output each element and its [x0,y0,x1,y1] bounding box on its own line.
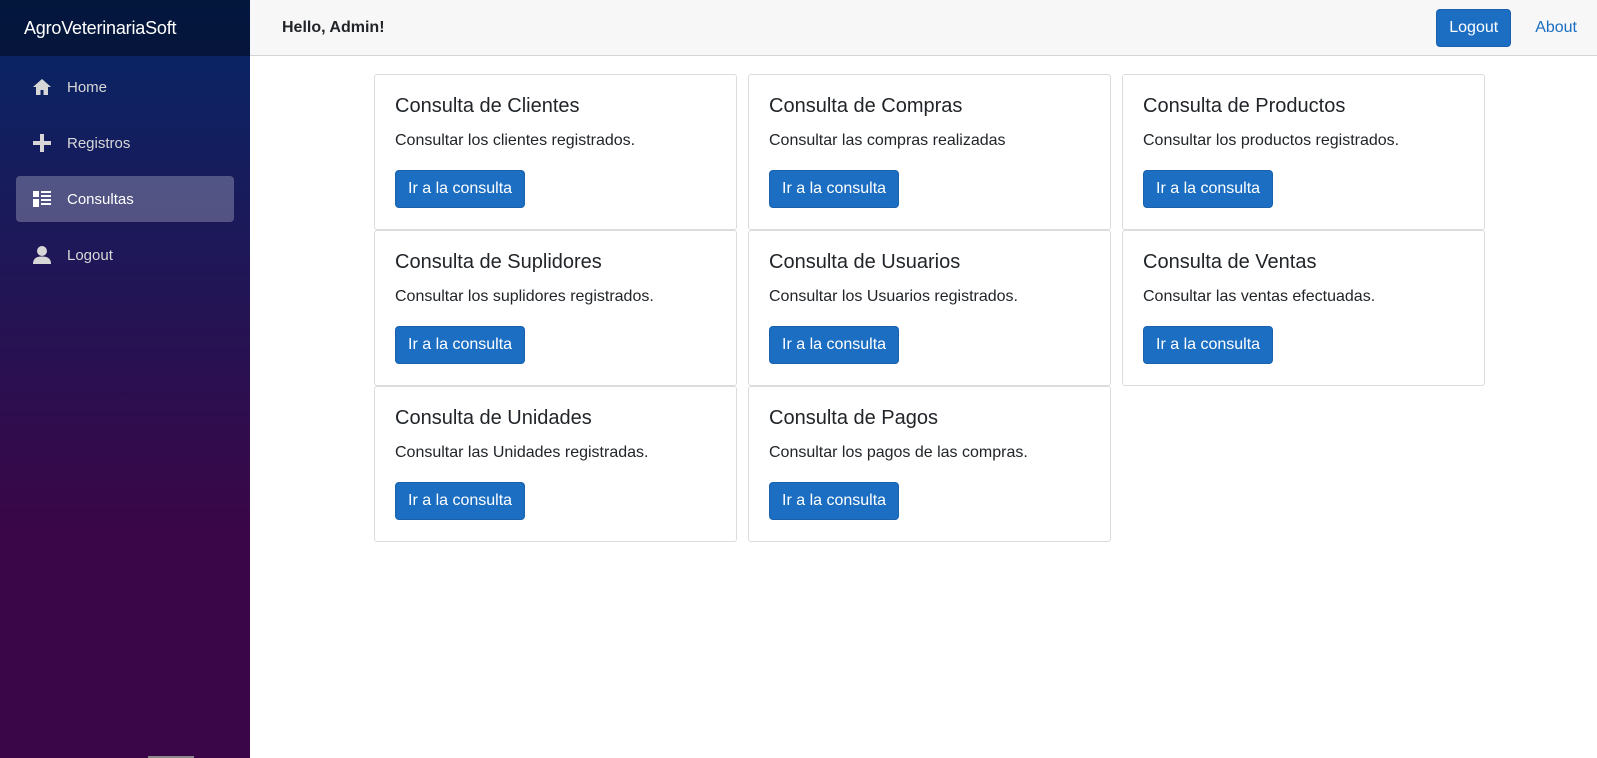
sidebar-item-label: Consultas [67,190,134,208]
go-to-query-button[interactable]: Ir a la consulta [395,482,526,520]
consultas-grid: Consulta de Clientes Consultar los clien… [374,74,1486,542]
card-clientes: Consulta de Clientes Consultar los clien… [374,74,737,230]
card-pagos: Consulta de Pagos Consultar los pagos de… [748,386,1111,542]
top-bar-actions: Logout About [1436,8,1577,47]
go-to-query-button[interactable]: Ir a la consulta [769,326,900,364]
sidebar-nav: Home Registros Consultas Logout [0,56,250,278]
card-productos: Consulta de Productos Consultar los prod… [1122,74,1485,230]
card-text: Consultar los pagos de las compras. [769,444,1028,461]
brand-bar: AgroVeterinariaSoft [0,0,250,56]
card-text: Consultar las ventas efectuadas. [1143,288,1376,305]
card-text: Consultar los Usuarios registrados. [769,288,1018,305]
card-usuarios: Consulta de Usuarios Consultar los Usuar… [748,230,1111,386]
home-icon [32,77,52,97]
go-to-query-button[interactable]: Ir a la consulta [1143,170,1274,208]
sidebar-item-label: Home [67,78,108,96]
person-icon [32,245,52,265]
card-title: Consulta de Pagos [769,407,939,429]
card-unidades: Consulta de Unidades Consultar las Unida… [374,386,737,542]
greeting-text: Hello, Admin! [282,18,385,36]
go-to-query-button[interactable]: Ir a la consulta [769,170,900,208]
card-ventas: Consulta de Ventas Consultar las ventas … [1122,230,1485,386]
card-title: Consulta de Unidades [395,407,592,429]
card-title: Consulta de Productos [1143,95,1346,117]
card-title: Consulta de Compras [769,95,963,117]
card-suplidores: Consulta de Suplidores Consultar los sup… [374,230,737,386]
go-to-query-button[interactable]: Ir a la consulta [769,482,900,520]
card-text: Consultar los productos registrados. [1143,132,1400,149]
card-text: Consultar las Unidades registradas. [395,444,649,461]
go-to-query-button[interactable]: Ir a la consulta [1143,326,1274,364]
card-title: Consulta de Clientes [395,95,580,117]
about-link[interactable]: About [1535,19,1577,37]
logout-button[interactable]: Logout [1436,8,1512,47]
sidebar-item-label: Logout [67,246,113,264]
card-compras: Consulta de Compras Consultar las compra… [748,74,1111,230]
card-title: Consulta de Suplidores [395,251,602,273]
card-title: Consulta de Usuarios [769,251,961,273]
list-icon [32,189,52,209]
plus-icon [32,133,52,153]
go-to-query-button[interactable]: Ir a la consulta [395,170,526,208]
sidebar-item-logout[interactable]: Logout [16,232,234,278]
go-to-query-button[interactable]: Ir a la consulta [395,326,526,364]
card-text: Consultar las compras realizadas [769,132,1006,149]
sidebar-item-consultas[interactable]: Consultas [16,176,234,222]
sidebar: AgroVeterinariaSoft Home Registros Consu… [0,0,250,758]
sidebar-item-label: Registros [67,134,131,152]
brand-link[interactable]: AgroVeterinariaSoft [24,18,176,39]
card-text: Consultar los clientes registrados. [395,132,636,149]
card-text: Consultar los suplidores registrados. [395,288,654,305]
card-title: Consulta de Ventas [1143,251,1317,273]
sidebar-item-registros[interactable]: Registros [16,120,234,166]
sidebar-item-home[interactable]: Home [16,64,234,110]
top-bar: Hello, Admin! Logout About [250,0,1597,56]
